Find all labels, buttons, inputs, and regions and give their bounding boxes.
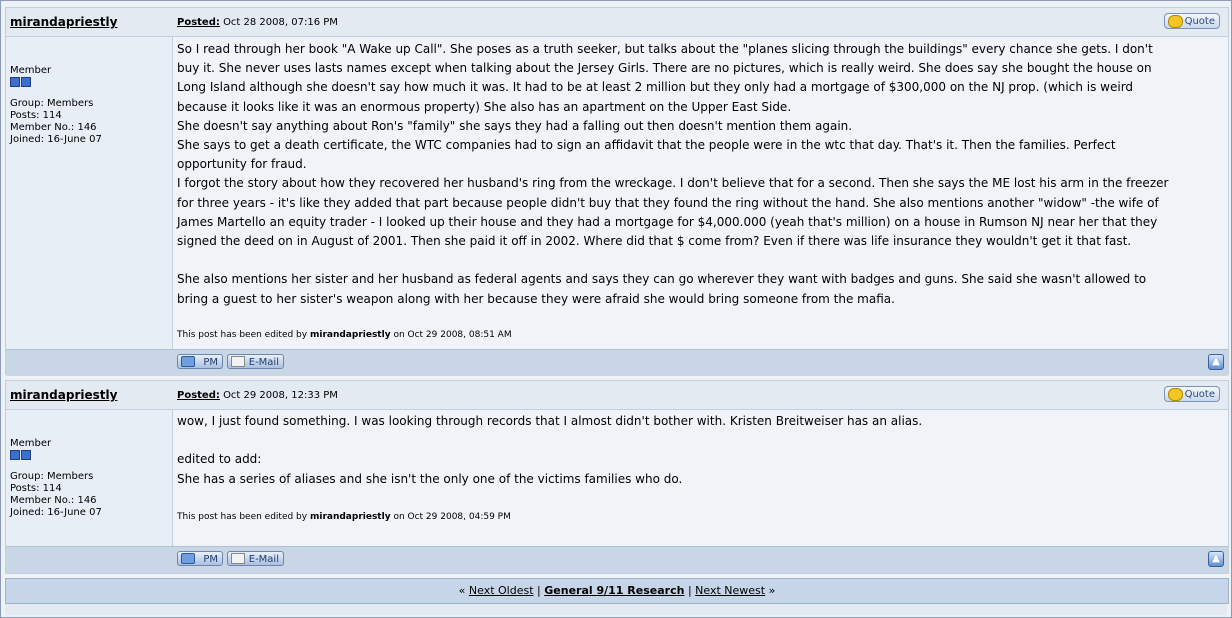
member-rank: Member <box>10 438 52 449</box>
pm-icon <box>181 356 195 367</box>
edit-notice-date: on Oct 29 2008, 04:59 PM <box>393 512 511 522</box>
post-timestamp: Posted: Oct 29 2008, 12:33 PM <box>177 390 338 401</box>
author-group: Group: Members <box>10 471 94 482</box>
post-body-line: because it looks like it was an enormous… <box>177 99 792 114</box>
post-body-line: She has a series of aliases and she isn'… <box>177 471 683 486</box>
posted-date: Oct 28 2008, 07:16 PM <box>223 17 338 28</box>
post-body-line: for three years - it's like they added t… <box>177 195 1159 210</box>
author-profile-panel: Member Group: Members Posts: 114 Member … <box>6 37 172 350</box>
post-body: So I read through her book "A Wake up Ca… <box>177 40 1223 309</box>
pm-button[interactable]: PM <box>177 551 223 566</box>
edit-notice-author: mirandapriestly <box>309 330 391 340</box>
author-post-count: Posts: 114 <box>10 110 62 121</box>
edit-notice-author: mirandapriestly <box>309 512 391 522</box>
author-stats: Group: Members Posts: 114 Member No.: 14… <box>10 471 102 519</box>
post-body-line: James Martello an equity trader - I look… <box>177 214 1158 229</box>
email-icon <box>231 356 245 367</box>
post-body-line: bring a guest to her sister's weapon alo… <box>177 291 895 306</box>
bottom-strip <box>5 604 1227 615</box>
member-rank: Member <box>10 65 52 76</box>
post-body-line: opportunity for fraud. <box>177 157 307 172</box>
post-header: mirandapriestly Posted: Oct 29 2008, 12:… <box>6 381 1228 410</box>
quote-icon <box>1168 388 1183 401</box>
author-stats: Group: Members Posts: 114 Member No.: 14… <box>10 98 102 146</box>
email-button[interactable]: E-Mail <box>227 551 284 566</box>
posted-label[interactable]: Posted: <box>177 17 220 28</box>
quote-button[interactable]: Quote <box>1164 386 1220 402</box>
next-newest-link[interactable]: Next Newest <box>695 584 765 597</box>
edit-notice: This post has been edited by mirandaprie… <box>177 330 512 340</box>
email-icon <box>231 553 245 564</box>
pm-icon <box>181 553 195 564</box>
next-oldest-link[interactable]: Next Oldest <box>469 584 534 597</box>
back-to-top-icon[interactable]: ▲ <box>1208 354 1224 370</box>
post-body-line: She doesn't say anything about Ron's "fa… <box>177 118 853 133</box>
next-arrow: » <box>768 584 776 597</box>
post-body-line: She says to get a death certificate, the… <box>177 138 1116 153</box>
author-post-count: Posts: 114 <box>10 483 62 494</box>
member-rank-pips-icon <box>10 450 32 464</box>
post-body-line: Long Island although she doesn't say how… <box>177 80 1134 95</box>
author-member-number: Member No.: 146 <box>10 495 97 506</box>
email-button[interactable]: E-Mail <box>227 354 284 369</box>
quote-button[interactable]: Quote <box>1164 13 1220 29</box>
forum-post-2: mirandapriestly Posted: Oct 29 2008, 12:… <box>5 380 1229 574</box>
post-body-line: buy it. She never uses lasts names excep… <box>177 61 1152 76</box>
post-body-line: I forgot the story about how they recove… <box>177 176 1169 191</box>
post-header: mirandapriestly Posted: Oct 28 2008, 07:… <box>6 8 1228 37</box>
forum-post-1: mirandapriestly Posted: Oct 28 2008, 07:… <box>5 7 1229 376</box>
post-body: wow, I just found something. I was looki… <box>177 412 1223 489</box>
post-author-link[interactable]: mirandapriestly <box>10 388 117 402</box>
author-profile-panel: Member Group: Members Posts: 114 Member … <box>6 410 172 547</box>
post-body-line <box>177 251 1223 270</box>
post-body-line: So I read through her book "A Wake up Ca… <box>177 42 1153 56</box>
posted-label[interactable]: Posted: <box>177 390 220 401</box>
topic-navigation-bar: « Next Oldest | General 9/11 Research | … <box>5 578 1229 604</box>
post-body-line: wow, I just found something. I was looki… <box>177 414 923 428</box>
post-footer: PM E-Mail ▲ <box>6 349 1228 376</box>
author-joined-date: Joined: 16-June 07 <box>10 134 102 145</box>
back-to-top-icon[interactable]: ▲ <box>1208 551 1224 567</box>
email-button-label: E-Mail <box>248 554 279 565</box>
prev-arrow: « <box>458 584 466 597</box>
author-group: Group: Members <box>10 98 94 109</box>
post-body-line: She also mentions her sister and her hus… <box>177 272 1147 287</box>
forum-link[interactable]: General 9/11 Research <box>544 584 684 597</box>
posted-date: Oct 29 2008, 12:33 PM <box>223 390 338 401</box>
post-author-link[interactable]: mirandapriestly <box>10 15 117 29</box>
pm-button-label: PM <box>203 554 218 565</box>
edit-notice-date: on Oct 29 2008, 08:51 AM <box>393 330 512 340</box>
author-joined-date: Joined: 16-June 07 <box>10 507 102 518</box>
column-divider <box>172 409 173 546</box>
email-button-label: E-Mail <box>248 357 279 368</box>
nav-separator: | <box>537 584 541 597</box>
quote-icon <box>1168 15 1183 28</box>
edit-notice-prefix: This post has been edited by <box>177 330 308 340</box>
column-divider <box>172 36 173 349</box>
post-timestamp: Posted: Oct 28 2008, 07:16 PM <box>177 17 338 28</box>
edit-notice-prefix: This post has been edited by <box>177 512 308 522</box>
post-footer: PM E-Mail ▲ <box>6 546 1228 573</box>
member-rank-pips-icon <box>10 77 32 91</box>
pm-button[interactable]: PM <box>177 354 223 369</box>
quote-button-label: Quote <box>1184 16 1215 27</box>
post-body-line: signed the deed on in August of 2001. Th… <box>177 234 1132 249</box>
post-body-line <box>177 431 1223 450</box>
nav-separator: | <box>687 584 692 597</box>
author-member-number: Member No.: 146 <box>10 122 97 133</box>
pm-button-label: PM <box>203 357 218 368</box>
edit-notice: This post has been edited by mirandaprie… <box>177 512 511 522</box>
post-body-line: edited to add: <box>177 452 262 467</box>
forum-topic-frame: mirandapriestly Posted: Oct 28 2008, 07:… <box>0 0 1232 618</box>
quote-button-label: Quote <box>1184 389 1215 400</box>
